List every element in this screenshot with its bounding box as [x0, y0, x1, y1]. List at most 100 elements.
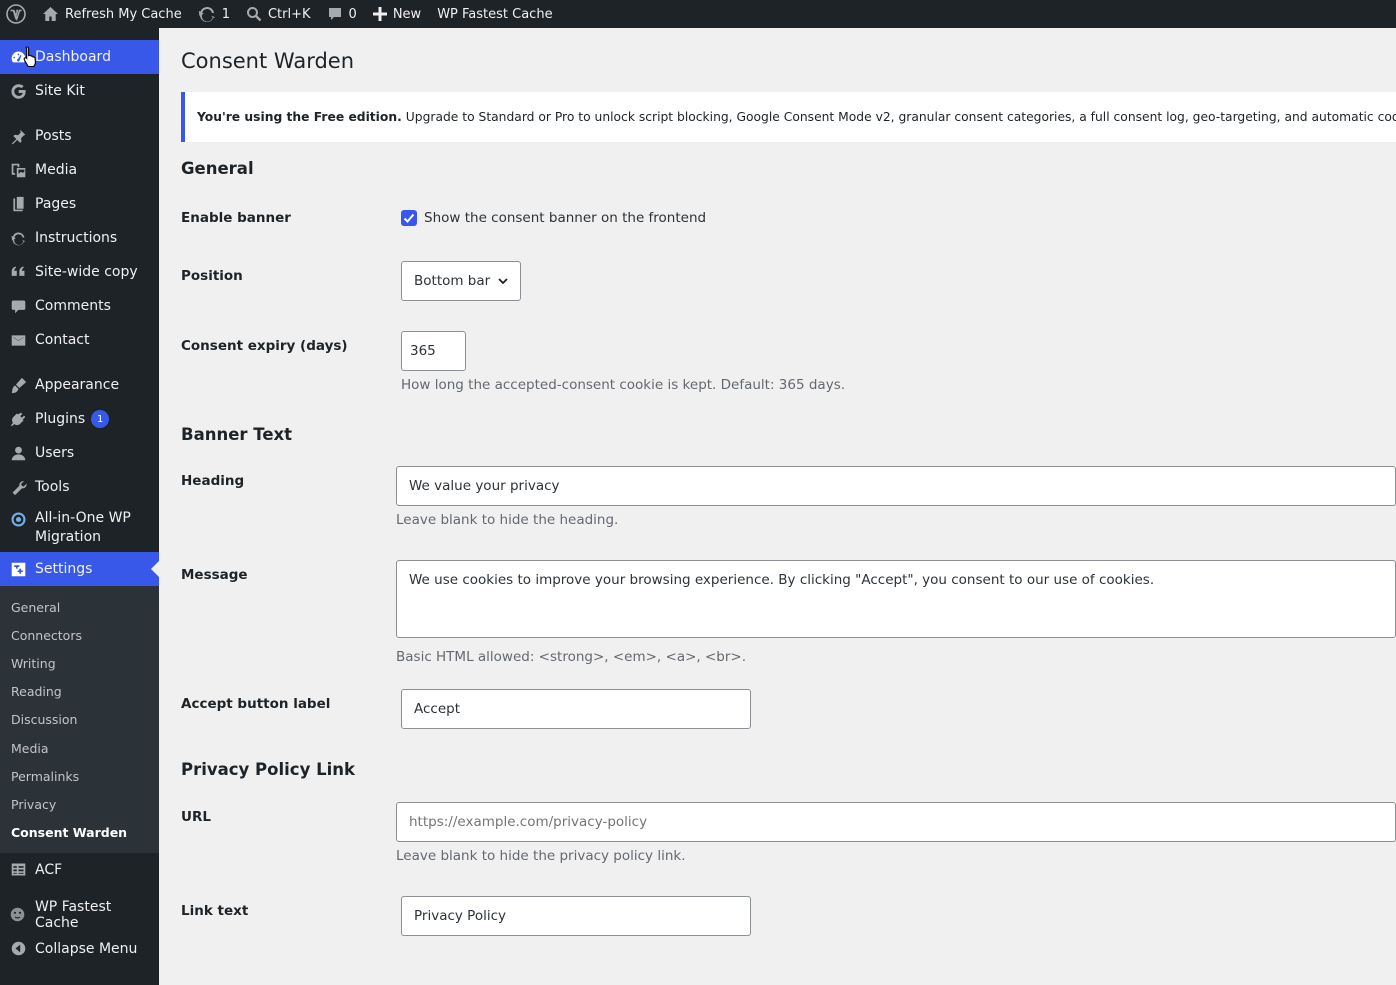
sidebar-item-label: Users [35, 445, 75, 461]
sidebar-item-media[interactable]: Media [0, 153, 159, 187]
admin-bar: Refresh My Cache 1 Ctrl+K 0 New WP Faste… [0, 0, 1396, 28]
sidebar-item-site-wide-copy[interactable]: Site-wide copy [0, 255, 159, 289]
updates-icon [198, 6, 215, 22]
brush-icon [9, 376, 27, 394]
mail-icon [9, 331, 27, 349]
collapse-menu-button[interactable]: Collapse Menu [0, 932, 159, 966]
cheetah-icon [9, 906, 27, 924]
sidebar-item-all-in-one-wp-migration[interactable]: All-in-One WP Migration [0, 504, 159, 552]
google-icon [9, 82, 27, 100]
message-textarea[interactable]: We use cookies to improve your browsing … [396, 560, 1396, 638]
sidebar-item-label: Settings [35, 561, 93, 577]
sidebar-item-pages[interactable]: Pages [0, 187, 159, 221]
sidebar-item-label: Posts [35, 128, 72, 144]
url-label: URL [181, 809, 211, 825]
position-selected-value: Bottom bar [414, 273, 491, 289]
comments-count: 0 [348, 6, 357, 22]
sidebar-item-label: Site Kit [35, 83, 85, 99]
plugin-icon [9, 410, 27, 428]
sidebar-item-dashboard[interactable]: Dashboard [0, 40, 159, 74]
position-label: Position [181, 268, 243, 284]
sidebar-item-label: Plugins [35, 411, 86, 427]
submenu-item-consent-warden[interactable]: Consent Warden [0, 819, 159, 847]
plugins-update-badge: 1 [91, 410, 110, 428]
sidebar-item-tools[interactable]: Tools [0, 470, 159, 504]
sidebar-item-posts[interactable]: Posts [0, 119, 159, 153]
sidebar-item-acf[interactable]: ACF [0, 853, 159, 887]
sidebar-item-label: WP Fastest Cache [34, 898, 112, 931]
section-heading-general: General [181, 159, 254, 178]
submenu-item-permalinks[interactable]: Permalinks [0, 762, 159, 790]
updates-count: 1 [221, 6, 230, 22]
media-icon [9, 161, 27, 179]
sidebar-item-settings[interactable]: Settings [0, 552, 159, 586]
heading-input[interactable] [396, 466, 1396, 506]
accept-button-label-input[interactable] [401, 689, 751, 729]
sidebar-item-plugins[interactable]: Plugins 1 [0, 402, 159, 436]
site-name-link[interactable]: Refresh My Cache [34, 0, 190, 28]
collapse-icon [9, 940, 27, 958]
consent-expiry-description: How long the accepted-consent cookie is … [401, 377, 846, 393]
comment-icon [9, 297, 27, 315]
sidebar-item-label: ACF [35, 861, 63, 878]
checkbox-checked-icon [401, 210, 417, 226]
new-content-link[interactable]: New [365, 0, 429, 28]
submenu-item-discussion[interactable]: Discussion [0, 706, 159, 734]
submenu-item-media[interactable]: Media [0, 734, 159, 762]
sidebar-item-appearance[interactable]: Appearance [0, 368, 159, 402]
enable-banner-checkbox[interactable]: Show the consent banner on the frontend [401, 202, 1396, 226]
new-label: New [392, 6, 422, 22]
sidebar-item-label: Dashboard [35, 49, 111, 65]
sidebar-item-instructions[interactable]: Instructions [0, 221, 159, 255]
link-text-input[interactable] [401, 896, 751, 936]
heading-label: Heading [181, 473, 245, 489]
row-link-text: Link text [181, 896, 1396, 936]
comment-icon [328, 8, 341, 20]
position-select[interactable]: Bottom bar [401, 261, 521, 301]
refresh-icon [9, 229, 27, 247]
site-name: Refresh My Cache [65, 6, 182, 22]
mouse-cursor-icon [23, 46, 36, 68]
plugin-label: WP Fastest Cache [437, 6, 553, 22]
comments-link[interactable]: 0 [319, 0, 365, 28]
sidebar-item-label: Media [35, 162, 78, 178]
submenu-item-general[interactable]: General [0, 593, 159, 621]
message-label: Message [181, 567, 248, 583]
url-description: Leave blank to hide the privacy policy l… [396, 848, 686, 864]
free-edition-notice: You're using the Free edition. Upgrade t… [181, 92, 1396, 142]
pin-icon [9, 127, 27, 145]
sidebar-item-comments[interactable]: Comments [0, 289, 159, 323]
command-palette-link[interactable]: Ctrl+K [238, 0, 319, 28]
enable-banner-label: Enable banner [181, 210, 291, 226]
row-enable-banner: Enable banner Show the consent banner on… [181, 202, 1396, 246]
notice-strong-text: You're using the Free edition. [197, 110, 402, 124]
sidebar-item-site-kit[interactable]: Site Kit [0, 74, 159, 108]
chevron-down-icon [498, 278, 508, 285]
wordpress-icon [6, 4, 26, 24]
search-icon [246, 7, 262, 22]
url-input[interactable] [396, 802, 1396, 842]
submenu-item-connectors[interactable]: Connectors [0, 621, 159, 649]
row-message: Message We use cookies to improve your b… [181, 560, 1396, 665]
row-consent-expiry: Consent expiry (days) How long the accep… [181, 331, 1396, 393]
plus-icon [372, 7, 387, 21]
consent-expiry-input[interactable] [401, 331, 466, 371]
submenu-item-reading[interactable]: Reading [0, 678, 159, 706]
row-accept-button-label: Accept button label [181, 689, 1396, 729]
notice-text: Upgrade to Standard or Pro to unlock scr… [405, 110, 1396, 124]
sidebar-item-contact[interactable]: Contact [0, 323, 159, 357]
wordpress-logo-button[interactable] [0, 0, 34, 28]
sidebar-item-label: Appearance [35, 377, 120, 393]
sidebar-item-label: Instructions [35, 230, 118, 246]
updates-link[interactable]: 1 [190, 0, 238, 28]
heading-description: Leave blank to hide the heading. [396, 512, 619, 528]
enable-banner-checkbox-text: Show the consent banner on the frontend [424, 210, 707, 226]
main-content: Consent Warden You're using the Free edi… [159, 28, 1396, 985]
wp-fastest-cache-link[interactable]: WP Fastest Cache [429, 0, 560, 28]
sidebar-item-users[interactable]: Users [0, 436, 159, 470]
sidebar-item-wp-fastest-cache[interactable]: WP Fastest Cache [0, 898, 159, 932]
admin-sidebar: Dashboard Site Kit Posts Media Pages Ins… [0, 28, 159, 985]
submenu-item-writing[interactable]: Writing [0, 649, 159, 677]
wrench-icon [9, 478, 27, 496]
submenu-item-privacy[interactable]: Privacy [0, 790, 159, 818]
